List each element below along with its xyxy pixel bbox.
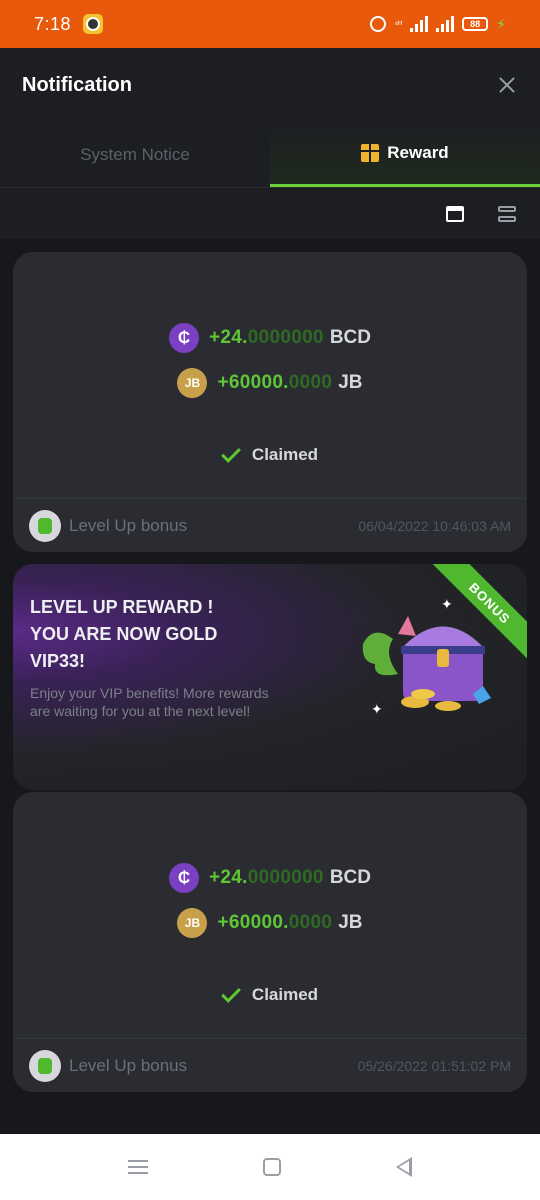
signal-icon <box>410 16 429 32</box>
bonus-type-label: Level Up bonus <box>69 1055 188 1075</box>
bcd-coin-icon: ₵ <box>169 323 200 353</box>
view-toggle <box>0 189 540 239</box>
status-time: 7:18 <box>34 13 72 34</box>
reward-row: JB +60000.0000 JB <box>13 908 527 938</box>
currency-code: JB <box>338 372 363 393</box>
bonus-logo-icon <box>29 509 61 542</box>
tab-reward[interactable]: Reward <box>270 122 540 187</box>
currency-code: JB <box>338 912 363 933</box>
reward-feed[interactable]: ₵ +24.0000000 BCD JB +60000.0000 JB Clai… <box>0 239 540 1134</box>
list-view-icon[interactable] <box>498 206 516 222</box>
check-icon <box>221 983 241 1003</box>
claimed-label: Claimed <box>251 985 319 1004</box>
bcd-coin-icon: ₵ <box>169 863 200 893</box>
claimed-label: Claimed <box>251 445 319 464</box>
reward-card: ₵ +24.0000000 BCD JB +60000.0000 JB Clai… <box>13 252 527 552</box>
card-footer: Level Up bonus 05/26/2022 01:51:02 PM <box>13 1038 527 1092</box>
notification-header: Notification <box>0 48 540 122</box>
status-bar: 7:18 ⁴ᴴ 88 ⚡ <box>0 0 540 48</box>
svg-text:✦: ✦ <box>441 596 453 612</box>
treasure-chest-icon: ✦ ✦ <box>353 596 503 720</box>
reward-amount: +60000.0000 <box>217 372 333 393</box>
timestamp: 05/26/2022 01:51:02 PM <box>357 1057 511 1074</box>
tab-system-notice[interactable]: System Notice <box>0 122 270 187</box>
home-button[interactable] <box>262 1158 281 1176</box>
bonus-logo-icon <box>29 1049 61 1082</box>
card-footer: Level Up bonus 06/04/2022 10:46:03 AM <box>13 498 527 552</box>
currency-code: BCD <box>329 867 371 888</box>
reward-card: ₵ +24.0000000 BCD JB +60000.0000 JB Clai… <box>13 792 527 1092</box>
reward-amount: +24.0000000 <box>209 867 324 888</box>
check-icon <box>221 443 241 463</box>
signal-icon-2 <box>436 16 455 32</box>
battery-icon: 88 <box>462 17 489 31</box>
notification-tabs: System Notice Reward <box>0 122 540 188</box>
reward-amount: +60000.0000 <box>217 912 333 933</box>
reward-row: ₵ +24.0000000 BCD <box>13 323 527 353</box>
reward-row: JB +60000.0000 JB <box>13 368 527 398</box>
jb-coin-icon: JB <box>177 908 208 938</box>
tab-label: Reward <box>387 143 449 162</box>
card-view-icon[interactable] <box>446 206 464 222</box>
back-button[interactable] <box>396 1157 413 1177</box>
banner-description: Enjoy your VIP benefits! More rewards ar… <box>30 685 269 719</box>
system-nav-bar <box>0 1134 540 1200</box>
reward-row: ₵ +24.0000000 BCD <box>13 863 527 893</box>
claimed-status: Claimed <box>13 983 527 1005</box>
alarm-icon <box>370 16 387 32</box>
page-title: Notification <box>22 73 132 96</box>
vip-level-up-banner[interactable]: LEVEL UP REWARD ! YOU ARE NOW GOLD VIP33… <box>13 564 527 790</box>
banner-title: LEVEL UP REWARD ! YOU ARE NOW GOLD VIP33… <box>30 597 218 671</box>
bonus-type-label: Level Up bonus <box>69 515 188 535</box>
claimed-status: Claimed <box>13 443 527 465</box>
jb-coin-icon: JB <box>177 368 208 398</box>
app-notification-icon <box>83 14 104 34</box>
status-icons: ⁴ᴴ 88 ⚡ <box>370 16 506 33</box>
charging-icon: ⚡ <box>496 15 506 32</box>
reward-amount: +24.0000000 <box>209 327 324 348</box>
gift-icon <box>361 144 380 162</box>
svg-text:✦: ✦ <box>371 701 383 717</box>
close-icon[interactable] <box>496 74 518 96</box>
currency-code: BCD <box>329 327 371 348</box>
recent-apps-button[interactable] <box>127 1160 148 1174</box>
timestamp: 06/04/2022 10:46:03 AM <box>358 517 511 534</box>
tab-label: System Notice <box>80 144 190 164</box>
network-type-icon: ⁴ᴴ <box>394 18 403 29</box>
